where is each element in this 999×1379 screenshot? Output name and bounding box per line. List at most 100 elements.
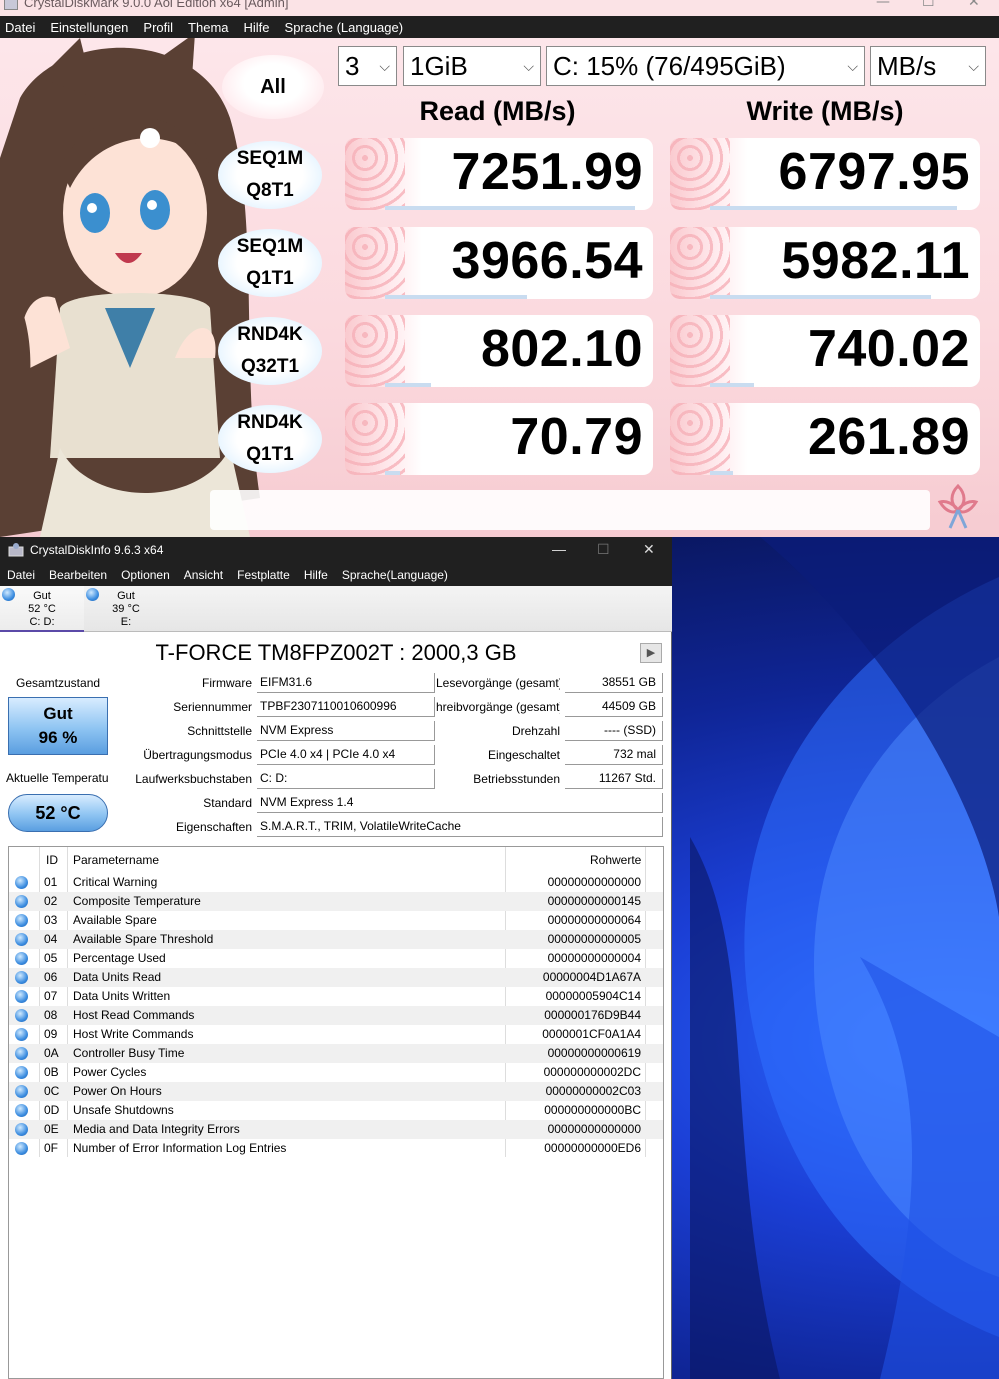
size-value: 1GiB: [410, 51, 468, 81]
crystaldiskinfo-window: CrystalDiskInfo 9.6.3 x64 — ☐ ✕ Datei Be…: [0, 537, 672, 1379]
table-row[interactable]: 04 Available Spare Threshold 0000000000000…: [9, 930, 663, 949]
cdi-menu-ansicht[interactable]: Ansicht: [184, 568, 223, 582]
column-header-raw[interactable]: Rohwerte: [590, 853, 641, 867]
smart-name: Host Write Commands: [73, 1027, 194, 1041]
smart-id: 03: [44, 913, 58, 927]
result-write-rnd4k-q1t1: 261.89: [670, 403, 980, 475]
table-row[interactable]: 01 Critical Warning 00000000000000: [9, 873, 663, 892]
minimize-icon[interactable]: —: [876, 0, 890, 9]
table-row[interactable]: 0F Number of Error Information Log Entrie…: [9, 1139, 663, 1158]
smart-name: Available Spare: [73, 913, 157, 927]
close-icon[interactable]: ✕: [643, 541, 655, 558]
cdi-menu-datei[interactable]: Datei: [7, 568, 35, 582]
table-row[interactable]: 0C Power On Hours 00000000002C03: [9, 1082, 663, 1101]
test-rnd4k-q1t1-button[interactable]: RND4K Q1T1: [218, 405, 322, 473]
table-row[interactable]: 06 Data Units Read 00000004D1A67A: [9, 968, 663, 987]
status-good-icon: [15, 933, 28, 946]
health-status-button[interactable]: Gut 96 %: [8, 697, 108, 755]
table-row[interactable]: 05 Percentage Used 00000000000004: [9, 949, 663, 968]
smart-raw-value: 00000000000064: [547, 913, 641, 927]
smart-name: Data Units Read: [73, 970, 162, 984]
firmware-label: Firmware: [202, 676, 252, 690]
cdm-menu-sprache[interactable]: Sprache (Language): [285, 20, 404, 35]
cdm-status-bar: [210, 490, 930, 530]
status-good-icon: [15, 895, 28, 908]
smart-raw-value: 000000000000BC: [544, 1103, 641, 1117]
features-value: S.M.A.R.T., TRIM, VolatileWriteCache: [257, 817, 663, 837]
smart-id: 02: [44, 894, 58, 908]
smart-raw-value: 00000000000000: [547, 875, 641, 889]
close-icon[interactable]: ✕: [968, 0, 980, 9]
drive-tab-e[interactable]: Gut 39 °C E:: [84, 586, 168, 632]
drive-model-title: T-FORCE TM8FPZ002T : 2000,3 GB: [155, 640, 517, 665]
maximize-icon[interactable]: ☐: [597, 541, 610, 558]
drive-tab-c[interactable]: Gut 52 °C C: D:: [0, 586, 84, 632]
write-header: Write (MB/s): [746, 96, 904, 126]
cdm-menu-datei[interactable]: Datei: [5, 20, 35, 35]
result-read-rnd4k-q32t1: 802.10: [345, 315, 653, 387]
table-row[interactable]: 09 Host Write Commands 0000001CF0A1A4: [9, 1025, 663, 1044]
result-write-seq1m-q1t1: 5982.11: [670, 227, 980, 299]
cdi-menu-festplatte[interactable]: Festplatte: [237, 568, 290, 582]
power-on-hours-value: 11267 Std.: [565, 769, 663, 789]
drive-tab-letter: E:: [120, 616, 132, 628]
table-row[interactable]: 08 Host Read Commands 000000176D9B44: [9, 1006, 663, 1025]
smart-attributes-table[interactable]: ID Parametername Rohwerte 01 Critical War…: [8, 846, 664, 1379]
smart-id: 07: [44, 989, 58, 1003]
health-label: Gesamtzustand: [16, 676, 101, 690]
temperature-button[interactable]: 52 °C: [8, 794, 108, 832]
transfer-mode-label: Übertragungsmodus: [143, 748, 252, 762]
all-button[interactable]: All: [222, 55, 324, 119]
table-row[interactable]: 02 Composite Temperature 00000000000145: [9, 892, 663, 911]
serial-label: Seriennummer: [173, 700, 252, 714]
column-header-id[interactable]: ID: [46, 853, 58, 867]
cdi-menu-optionen[interactable]: Optionen: [121, 568, 170, 582]
cdm-menu-einstellungen[interactable]: Einstellungen: [50, 20, 128, 35]
smart-raw-value: 00000000000000: [547, 1122, 641, 1136]
features-label: Eigenschaften: [175, 820, 252, 834]
smart-id: 08: [44, 1008, 58, 1022]
test-rnd4k-q32t1-button[interactable]: RND4K Q32T1: [218, 317, 322, 385]
smart-id: 09: [44, 1027, 58, 1041]
result-value: 5982.11: [781, 232, 970, 290]
minimize-icon[interactable]: —: [552, 541, 566, 557]
next-drive-button[interactable]: ▶: [640, 643, 662, 663]
smart-id: 0A: [44, 1046, 59, 1060]
smart-id: 0B: [44, 1065, 59, 1079]
status-good-icon: [15, 1123, 28, 1136]
status-good-icon: [15, 876, 28, 889]
cdm-menu-profil[interactable]: Profil: [143, 20, 173, 35]
cdm-menu-hilfe[interactable]: Hilfe: [244, 20, 270, 35]
column-header-name[interactable]: Parametername: [73, 853, 159, 867]
health-percent: 96 %: [38, 728, 78, 747]
table-row[interactable]: 03 Available Spare 00000000000064: [9, 911, 663, 930]
row-label-line2: Q8T1: [246, 180, 294, 201]
table-row[interactable]: 0E Media and Data Integrity Errors 0000000…: [9, 1120, 663, 1139]
table-row[interactable]: 0B Power Cycles 000000000002DC: [9, 1063, 663, 1082]
smart-raw-value: 000000176D9B44: [544, 1008, 641, 1022]
test-seq1m-q8t1-button[interactable]: SEQ1M Q8T1: [218, 141, 322, 209]
count-select[interactable]: 3 ⌵: [338, 46, 397, 86]
unit-select[interactable]: MB/s ⌵: [870, 46, 986, 86]
status-good-icon: [15, 1142, 28, 1155]
read-bar: [385, 383, 431, 387]
size-select[interactable]: 1GiB ⌵: [403, 46, 541, 86]
result-value: 70.79: [510, 408, 643, 466]
table-row[interactable]: 0D Unsafe Shutdowns 000000000000BC: [9, 1101, 663, 1120]
cdi-menu-bearbeiten[interactable]: Bearbeiten: [49, 568, 107, 582]
health-good-icon: [2, 588, 15, 601]
smart-name: Unsafe Shutdowns: [73, 1103, 174, 1117]
write-bar: [710, 206, 957, 210]
table-row[interactable]: 0A Controller Busy Time 00000000000619: [9, 1044, 663, 1063]
table-row[interactable]: 07 Data Units Written 00000005904C14: [9, 987, 663, 1006]
drive-tab-temp: 39 °C: [112, 603, 140, 615]
read-bar: [385, 471, 400, 475]
drive-select[interactable]: C: 15% (76/495GiB) ⌵: [546, 46, 865, 86]
maximize-icon[interactable]: ☐: [922, 0, 935, 9]
health-status-text: Gut: [43, 704, 73, 723]
cdm-menu-thema[interactable]: Thema: [188, 20, 228, 35]
power-on-hours-label: Betriebsstunden: [473, 772, 560, 786]
cdi-menu-sprache[interactable]: Sprache(Language): [342, 568, 448, 582]
cdi-menu-hilfe[interactable]: Hilfe: [304, 568, 328, 582]
test-seq1m-q1t1-button[interactable]: SEQ1M Q1T1: [218, 229, 322, 297]
